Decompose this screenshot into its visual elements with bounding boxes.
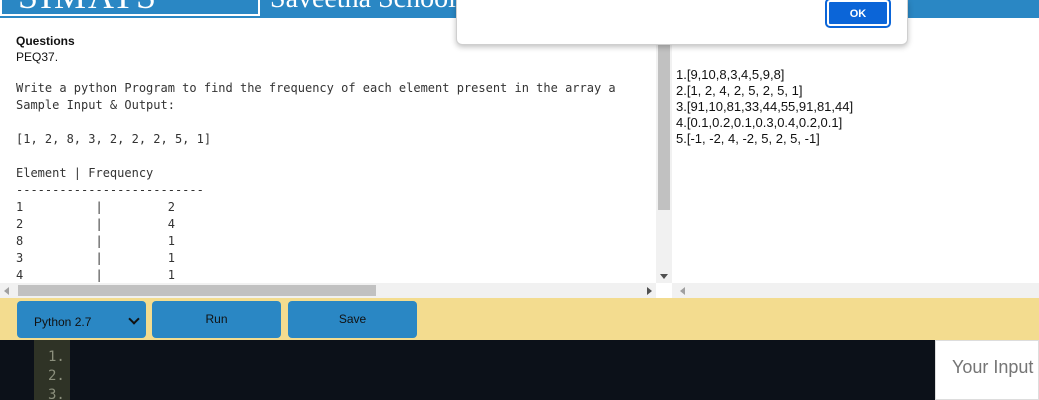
user-input-field[interactable]: Your Input — [935, 340, 1039, 400]
ok-button[interactable]: OK — [825, 0, 891, 28]
question-code: PEQ37. — [16, 50, 59, 64]
brand-logo: SIMATS — [18, 0, 158, 14]
scroll-right-arrow-icon[interactable] — [647, 287, 652, 295]
run-button[interactable]: Run — [152, 301, 281, 338]
school-name: Saveetha School — [270, 0, 456, 14]
vertical-scroll-thumb[interactable] — [658, 20, 670, 210]
test-case-item: 3.[91,10,81,33,44,55,91,81,44] — [676, 99, 854, 114]
horizontal-scroll-thumb[interactable] — [18, 285, 376, 296]
editor-toolbar: Python 2.7 Run Save — [0, 298, 1039, 340]
test-case-item: 5.[-1, -2, 4, -2, 5, 2, 5, -1] — [676, 131, 820, 146]
code-editor[interactable]: 1. 2. 3. — [0, 340, 935, 400]
test-case-list: 1.[9,10,8,3,4,5,9,8] 2.[1, 2, 4, 2, 5, 2… — [676, 67, 853, 147]
test-case-item: 1.[9,10,8,3,4,5,9,8] — [676, 67, 785, 82]
chevron-down-icon — [128, 313, 140, 325]
language-select[interactable]: Python 2.7 — [17, 301, 146, 338]
test-case-item: 2.[1, 2, 4, 2, 5, 2, 5, 1] — [676, 83, 803, 98]
question-text: Write a python Program to find the frequ… — [16, 81, 616, 282]
test-cases-horizontal-scrollbar[interactable] — [672, 283, 1039, 298]
test-cases-panel: Test Cases 1.[9,10,8,3,4,5,9,8] 2.[1, 2,… — [672, 18, 1039, 283]
scroll-left-arrow-icon[interactable] — [4, 287, 9, 295]
line-number: 3. — [48, 387, 65, 400]
line-number: 2. — [48, 368, 65, 384]
question-vertical-scrollbar[interactable] — [656, 18, 672, 283]
questions-heading: Questions — [16, 34, 75, 48]
question-horizontal-scrollbar[interactable] — [0, 283, 656, 298]
alert-dialog: OK — [456, 0, 908, 45]
save-button[interactable]: Save — [288, 301, 417, 338]
language-select-value: Python 2.7 — [34, 315, 92, 329]
input-placeholder: Your Input — [952, 357, 1034, 377]
line-number: 1. — [48, 349, 65, 365]
test-case-item: 4.[0.1,0.2,0.1,0.3,0.4,0.2,0.1] — [676, 115, 843, 130]
line-numbers: 1. 2. 3. — [48, 348, 65, 400]
scroll-down-arrow-icon[interactable] — [660, 274, 668, 279]
question-panel: Questions PEQ37. Write a python Program … — [0, 18, 672, 298]
scroll-left-arrow-icon[interactable] — [680, 287, 685, 295]
line-number-gutter: 1. 2. 3. — [34, 340, 70, 400]
